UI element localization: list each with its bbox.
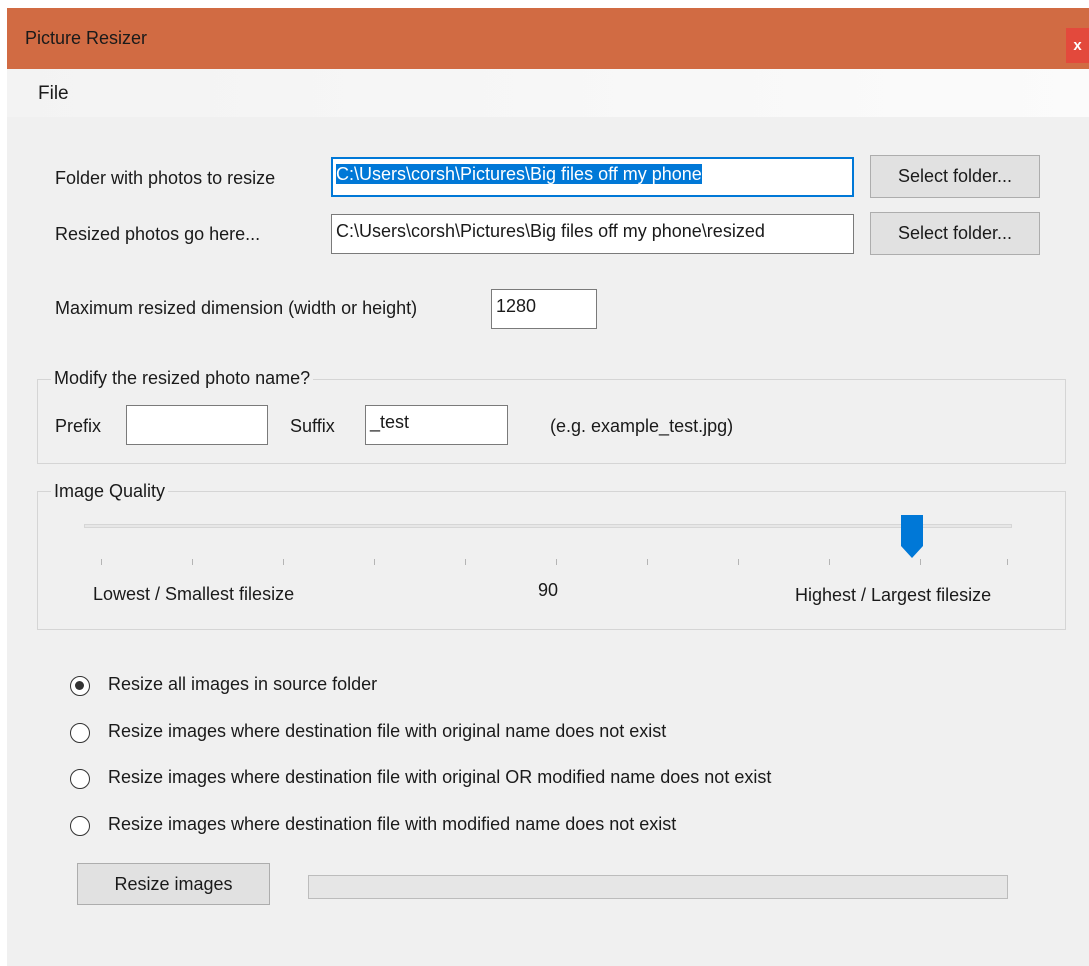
select-dest-folder-button[interactable]: Select folder...	[870, 212, 1040, 255]
select-source-folder-button[interactable]: Select folder...	[870, 155, 1040, 198]
dest-folder-value: C:\Users\corsh\Pictures\Big files off my…	[336, 221, 765, 241]
quality-value-label: 90	[538, 580, 559, 600]
source-folder-value: C:\Users\corsh\Pictures\Big files off my…	[336, 164, 702, 184]
prefix-label: Prefix	[55, 416, 102, 436]
source-folder-input[interactable]: C:\Users\corsh\Pictures\Big files off my…	[331, 157, 854, 197]
slider-tick	[1007, 559, 1008, 565]
prefix-input[interactable]	[126, 405, 268, 445]
slider-tick	[647, 559, 648, 565]
radio-button[interactable]	[70, 676, 90, 696]
name-example: (e.g. example_test.jpg)	[550, 416, 734, 436]
menu-file[interactable]: File	[38, 83, 69, 105]
slider-tick	[465, 559, 466, 565]
radio-label: Resize all images in source folder	[108, 674, 378, 694]
resize-progress-bar	[308, 875, 1008, 899]
quality-low-label: Lowest / Smallest filesize	[93, 584, 295, 604]
suffix-input[interactable]: _test	[365, 405, 508, 445]
window-title: Picture Resizer	[25, 28, 148, 48]
quality-slider-track[interactable]	[84, 524, 1012, 528]
title-bar[interactable]: Picture Resizer x	[7, 8, 1089, 69]
slider-tick	[192, 559, 193, 565]
slider-tick	[829, 559, 830, 565]
radio-button[interactable]	[70, 816, 90, 836]
suffix-label: Suffix	[290, 416, 335, 436]
slider-tick	[374, 559, 375, 565]
menu-bar: File	[7, 69, 1089, 117]
radio-button[interactable]	[70, 723, 90, 743]
source-folder-label: Folder with photos to resize	[55, 168, 276, 188]
max-dimension-label: Maximum resized dimension (width or heig…	[55, 298, 418, 318]
slider-tick	[101, 559, 102, 565]
name-group-legend: Modify the resized photo name?	[51, 368, 314, 389]
radio-selected-dot	[75, 681, 84, 690]
dest-folder-label: Resized photos go here...	[55, 224, 261, 244]
quality-slider-thumb[interactable]	[900, 514, 924, 560]
close-button[interactable]: x	[1066, 28, 1089, 63]
radio-label: Resize images where destination file wit…	[108, 721, 667, 741]
radio-label: Resize images where destination file wit…	[108, 767, 772, 787]
max-dimension-input[interactable]: 1280	[491, 289, 597, 329]
dest-folder-input[interactable]: C:\Users\corsh\Pictures\Big files off my…	[331, 214, 854, 254]
slider-tick	[738, 559, 739, 565]
resize-images-button[interactable]: Resize images	[77, 863, 270, 905]
radio-label: Resize images where destination file wit…	[108, 814, 677, 834]
slider-tick	[556, 559, 557, 565]
radio-button[interactable]	[70, 769, 90, 789]
quality-high-label: Highest / Largest filesize	[795, 585, 992, 605]
quality-group-legend: Image Quality	[51, 481, 169, 502]
slider-tick	[283, 559, 284, 565]
